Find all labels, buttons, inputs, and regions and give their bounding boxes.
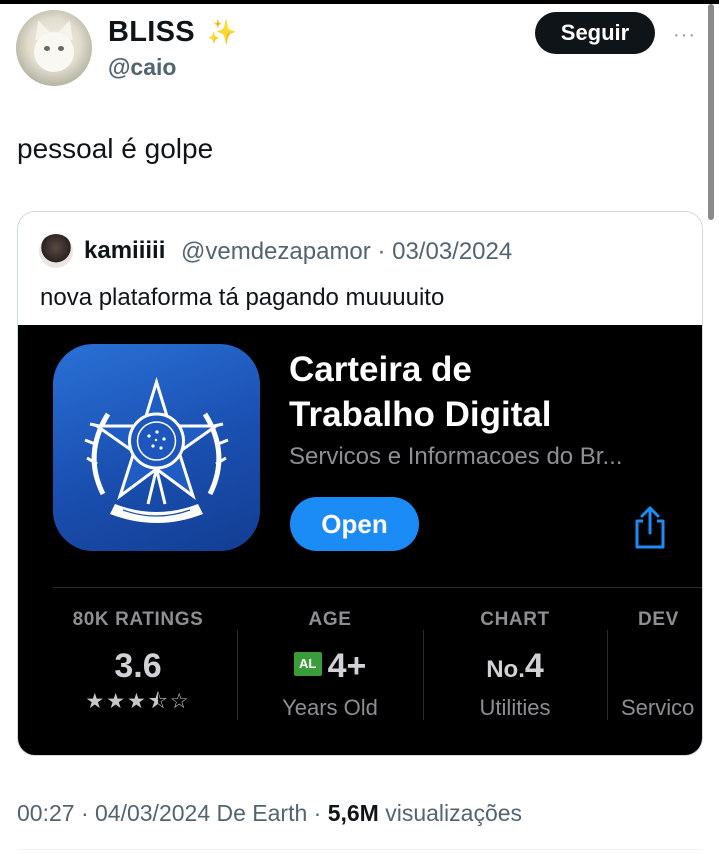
app-store-screenshot: Carteira de Trabalho Digital Servicos e …: [18, 325, 702, 755]
chart-label: CHART: [480, 609, 550, 630]
ratings-value: 3.6: [114, 647, 162, 685]
cat-eye-left: [44, 46, 50, 51]
age-value: AL 4+: [238, 645, 422, 687]
divider: [17, 849, 703, 850]
chart-value: No.4: [423, 645, 607, 687]
age-value-text: 4+: [327, 647, 367, 685]
developer-foot: Servico: [621, 695, 695, 720]
author-handle[interactable]: @caio: [108, 54, 176, 81]
app-title: Carteira de Trabalho Digital: [289, 350, 552, 434]
sparkle-icon: ✨: [207, 19, 237, 46]
chart-foot: Utilities: [479, 695, 551, 720]
author-avatar[interactable]: [16, 10, 92, 86]
stat-divider: [607, 630, 608, 720]
stat-ratings: 80K RATINGS 3.6 ★★★⯪☆: [46, 609, 230, 722]
cat-face: [34, 32, 74, 72]
quoted-author-meta: @vemdezapamor · 03/03/2024: [181, 238, 513, 265]
quoted-tweet-text: nova plataforma tá pagando muuuuito: [40, 284, 445, 311]
developer-label: DEV: [638, 609, 679, 630]
app-subtitle: Servicos e Informacoes do Br...: [289, 443, 623, 470]
share-icon: [635, 506, 665, 549]
age-label: AGE: [308, 609, 352, 630]
quoted-author-name: kamiiiii: [84, 237, 166, 264]
brazil-coat-of-arms-icon: [53, 344, 260, 551]
views-label: visualizações: [378, 800, 523, 826]
top-status-bar: [0, 0, 719, 4]
stat-developer: DEV Servico: [621, 609, 702, 721]
author-display-name[interactable]: BLISS: [108, 16, 195, 49]
stat-age: AGE AL 4+ Years Old: [238, 609, 422, 721]
views-count: 5,6M: [327, 800, 379, 826]
age-rating-badge: AL: [293, 652, 322, 677]
ratings-label: 80K RATINGS: [72, 609, 204, 630]
follow-button[interactable]: Seguir: [535, 12, 655, 54]
rating-stars-icon: ★★★⯪☆: [85, 690, 191, 713]
quoted-tweet[interactable]: kamiiiii @vemdezapamor · 03/03/2024 nova…: [17, 211, 703, 756]
quoted-author-avatar[interactable]: [39, 234, 73, 268]
scrollbar[interactable]: [708, 4, 714, 220]
age-foot: Years Old: [282, 695, 378, 720]
more-options-icon[interactable]: ···: [673, 24, 696, 47]
open-app-button: Open: [290, 497, 419, 551]
chart-rank: 4: [524, 647, 544, 685]
tweet-timestamp[interactable]: 00:27 · 04/03/2024 De Earth ·: [17, 800, 328, 826]
stats-divider: [53, 587, 702, 588]
tweet-footer-meta: 00:27 · 04/03/2024 De Earth · 5,6M visua…: [17, 800, 522, 827]
coat-of-arms-graphic: [84, 376, 229, 523]
chart-prefix: No.: [486, 656, 525, 683]
stat-chart: CHART No.4 Utilities: [423, 609, 607, 721]
developer-value: [638, 645, 702, 687]
tweet-text: pessoal é golpe: [17, 133, 214, 164]
cat-eye-right: [58, 46, 64, 51]
